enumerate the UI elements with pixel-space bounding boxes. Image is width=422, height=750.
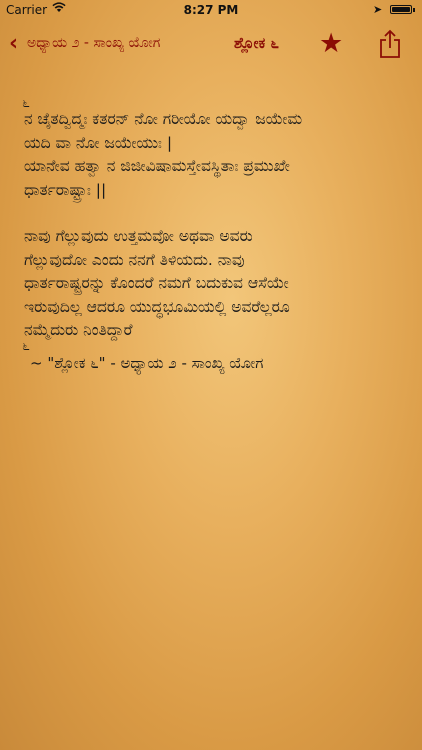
verse-content: ನ ಚೈತದ್ವಿದ್ಮಃ ಕತರನ್ ನೋ ಗರೀಯೋ ಯದ್ವಾ ಜಯೇಮ … (24, 108, 404, 343)
sanskrit-verse: ನ ಚೈತದ್ವಿದ್ಮಃ ಕತರನ್ ನೋ ಗರೀಯೋ ಯದ್ವಾ ಜಯೇಮ … (24, 110, 303, 199)
verse-translation: ನಾವು ಗೆಲ್ಲುವುದು ಉತ್ತಮವೋ ಅಥವಾ ಅವರು ಗೆಲ್ಲು… (24, 227, 290, 339)
verse-marker-bottom: ೬ (22, 338, 30, 354)
share-icon[interactable] (378, 29, 402, 59)
page-title: ಶ್ಲೋಕ ೬ (234, 34, 279, 52)
battery-tip (413, 8, 415, 12)
status-bar: Carrier 8:27 PM ➤ (0, 0, 422, 20)
back-button[interactable]: ಅಧ್ಯಾಯ ೨ - ಸಾಂಖ್ಯ ಯೋಗ (27, 35, 160, 51)
chevron-left-icon[interactable]: ‹ (9, 31, 18, 56)
clock: 8:27 PM (183, 3, 239, 17)
star-icon[interactable]: ★ (319, 28, 343, 59)
navigation-bar: ‹ ಅಧ್ಯಾಯ ೨ - ಸಾಂಖ್ಯ ಯೋಗ ಶ್ಲೋಕ ೬ ★ (0, 22, 422, 66)
location-arrow-icon: ➤ (373, 3, 383, 16)
verse-citation: ~ "ಶ್ಲೋಕ ೬" - ಅಧ್ಯಾಯ ೨ - ಸಾಂಖ್ಯ ಯೋಗ (30, 354, 264, 372)
battery-icon (390, 5, 412, 14)
